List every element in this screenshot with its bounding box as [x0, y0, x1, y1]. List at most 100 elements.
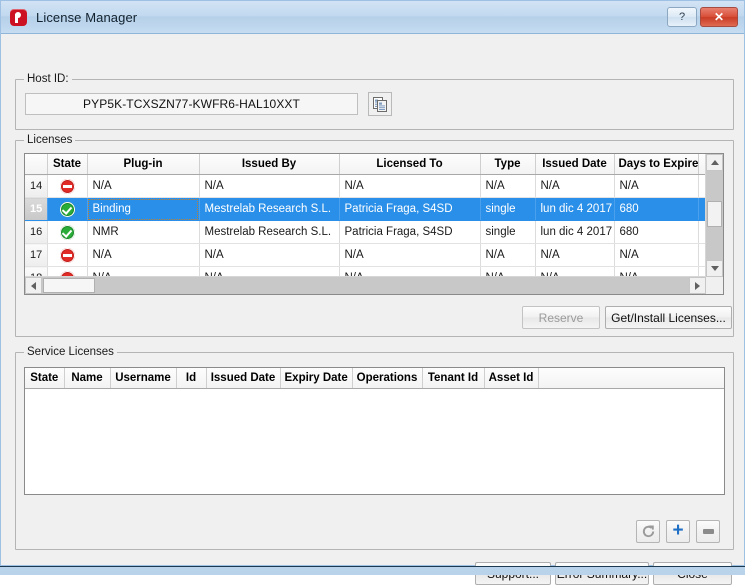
service-col-username[interactable]: Username — [110, 368, 176, 389]
plugin-cell[interactable]: Binding — [87, 198, 199, 221]
licenses-scroll-down-button[interactable] — [706, 260, 723, 277]
licenses-col-state[interactable]: State — [47, 154, 87, 175]
state-cell[interactable] — [47, 221, 87, 244]
state-cell[interactable] — [47, 244, 87, 267]
licenses-scroll-up-button[interactable] — [706, 154, 723, 171]
add-service-license-button[interactable]: + — [666, 520, 690, 543]
help-button[interactable]: ? — [667, 7, 697, 27]
refresh-icon — [641, 524, 656, 539]
service-licenses-grid: State Name Username Id Issued Date Expir… — [25, 368, 724, 389]
get-install-licenses-button[interactable]: Get/Install Licenses... — [605, 306, 732, 329]
licenses-hscroll-track[interactable] — [42, 277, 689, 294]
issued-by-cell[interactable]: Mestrelab Research S.L. — [199, 198, 339, 221]
client-area: Host ID: PYP5K-TCXSZN77-KWFR6-HAL10XXT — [1, 34, 744, 565]
service-licenses-group-label: Service Licenses — [24, 346, 117, 358]
licensed-to-cell[interactable]: N/A — [339, 244, 480, 267]
service-col-name[interactable]: Name — [64, 368, 110, 389]
row-number[interactable]: 16 — [25, 221, 47, 244]
licenses-col-type[interactable]: Type — [480, 154, 535, 175]
plugin-cell[interactable]: N/A — [87, 175, 199, 198]
service-col-issued-date[interactable]: Issued Date — [206, 368, 280, 389]
service-col-filler — [538, 368, 724, 389]
issued-by-cell[interactable]: N/A — [199, 244, 339, 267]
state-cell[interactable] — [47, 198, 87, 221]
remove-service-license-button[interactable] — [696, 520, 720, 543]
issued-date-cell[interactable]: N/A — [535, 175, 614, 198]
table-row[interactable]: 16 NMRMestrelab Research S.L.Patricia Fra… — [25, 221, 706, 244]
service-col-id[interactable]: Id — [176, 368, 206, 389]
license-manager-window: License Manager ? ✕ Host ID: PYP5K-TCXSZ… — [0, 0, 745, 566]
licensed-to-cell[interactable]: N/A — [339, 175, 480, 198]
licenses-group-label: Licenses — [24, 134, 75, 146]
licenses-table: State Plug-in Issued By Licensed To Type… — [24, 153, 724, 295]
row-number[interactable]: 17 — [25, 244, 47, 267]
chevron-right-icon — [695, 282, 700, 290]
table-row[interactable]: 17N/AN/AN/AN/AN/AN/A — [25, 244, 706, 267]
service-header-row: State Name Username Id Issued Date Expir… — [25, 368, 724, 389]
service-col-expiry-date[interactable]: Expiry Date — [280, 368, 352, 389]
service-col-asset-id[interactable]: Asset Id — [484, 368, 538, 389]
licenses-horizontal-scrollbar[interactable] — [25, 276, 706, 294]
days-to-expire-cell[interactable]: 680 — [614, 198, 698, 221]
refresh-service-licenses-button[interactable] — [636, 520, 660, 543]
service-col-tenant-id[interactable]: Tenant Id — [422, 368, 484, 389]
licenses-vertical-scrollbar[interactable] — [705, 154, 723, 277]
table-row[interactable]: 14N/AN/AN/AN/AN/AN/A — [25, 175, 706, 198]
issued-by-cell[interactable]: Mestrelab Research S.L. — [199, 221, 339, 244]
licenses-hscroll-thumb[interactable] — [43, 278, 95, 293]
type-cell[interactable]: N/A — [480, 175, 535, 198]
licenses-col-issued-date[interactable]: Issued Date — [535, 154, 614, 175]
reserve-button[interactable]: Reserve — [522, 306, 600, 329]
licenses-scroll-right-button[interactable] — [689, 277, 706, 294]
row-number[interactable]: 14 — [25, 175, 47, 198]
licenses-col-rownum[interactable] — [25, 154, 47, 175]
window-title: License Manager — [36, 10, 664, 25]
service-col-state[interactable]: State — [25, 368, 64, 389]
copy-icon — [373, 97, 388, 112]
table-row[interactable]: 15 BindingMestrelab Research S.L.Patricia… — [25, 198, 706, 221]
licenses-scroll-corner — [706, 277, 723, 294]
licenses-col-plugin[interactable]: Plug-in — [87, 154, 199, 175]
type-cell[interactable]: single — [480, 198, 535, 221]
state-blocked-icon — [60, 248, 75, 263]
licenses-col-licensed-to[interactable]: Licensed To — [339, 154, 480, 175]
service-licenses-group: Service Licenses State Name Username Id — [15, 352, 734, 550]
issued-date-cell[interactable]: N/A — [535, 244, 614, 267]
minus-icon — [703, 529, 714, 534]
chevron-left-icon — [31, 282, 36, 290]
licenses-vscroll-thumb[interactable] — [707, 201, 722, 227]
licensed-to-cell[interactable]: Patricia Fraga, S4SD — [339, 221, 480, 244]
issued-date-cell[interactable]: lun dic 4 2017 — [535, 198, 614, 221]
licenses-scroll-left-button[interactable] — [25, 277, 42, 294]
licenses-col-issued-by[interactable]: Issued By — [199, 154, 339, 175]
service-col-operations[interactable]: Operations — [352, 368, 422, 389]
licenses-header-row: State Plug-in Issued By Licensed To Type… — [25, 154, 706, 175]
close-window-button[interactable]: ✕ — [700, 7, 738, 27]
type-cell[interactable]: N/A — [480, 244, 535, 267]
copy-host-id-button[interactable] — [368, 92, 392, 116]
state-ok-icon — [60, 202, 75, 217]
plugin-cell[interactable]: N/A — [87, 244, 199, 267]
issued-date-cell[interactable]: lun dic 4 2017 — [535, 221, 614, 244]
state-ok-icon — [60, 225, 75, 240]
days-to-expire-cell[interactable]: N/A — [614, 175, 698, 198]
mestrelab-logo-icon — [10, 9, 27, 26]
licensed-to-cell[interactable]: Patricia Fraga, S4SD — [339, 198, 480, 221]
title-bar: License Manager ? ✕ — [1, 1, 744, 34]
host-id-group: Host ID: PYP5K-TCXSZN77-KWFR6-HAL10XXT — [15, 79, 734, 130]
chevron-down-icon — [711, 266, 719, 271]
service-licenses-table: State Name Username Id Issued Date Expir… — [24, 367, 725, 495]
days-to-expire-cell[interactable]: N/A — [614, 244, 698, 267]
state-blocked-icon — [60, 179, 75, 194]
chevron-up-icon — [711, 160, 719, 165]
licenses-grid: State Plug-in Issued By Licensed To Type… — [25, 154, 706, 277]
row-number[interactable]: 15 — [25, 198, 47, 221]
issued-by-cell[interactable]: N/A — [199, 175, 339, 198]
type-cell[interactable]: single — [480, 221, 535, 244]
state-cell[interactable] — [47, 175, 87, 198]
licenses-col-days-to-expire[interactable]: Days to Expire — [614, 154, 698, 175]
host-id-value[interactable]: PYP5K-TCXSZN77-KWFR6-HAL10XXT — [25, 93, 358, 115]
plus-icon: + — [672, 521, 683, 540]
days-to-expire-cell[interactable]: 680 — [614, 221, 698, 244]
plugin-cell[interactable]: NMR — [87, 221, 199, 244]
